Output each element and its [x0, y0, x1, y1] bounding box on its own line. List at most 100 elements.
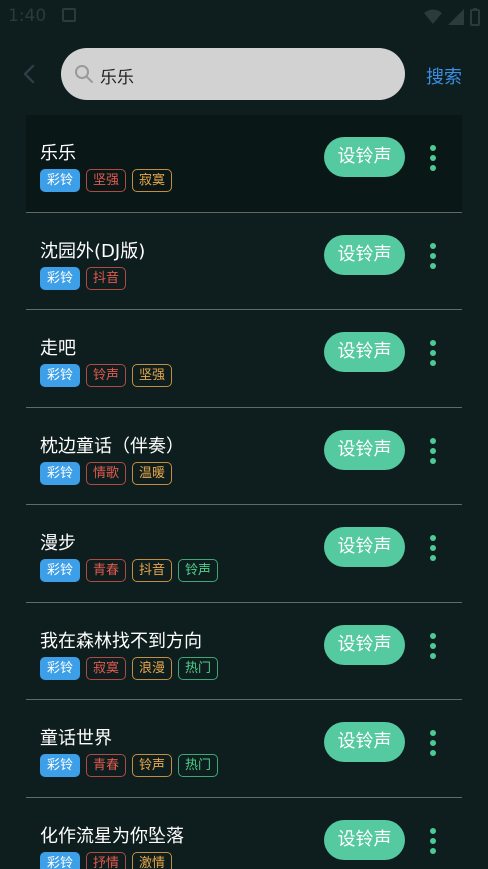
tag-badge: 抖音 — [86, 266, 127, 290]
more-options-icon[interactable] — [426, 632, 440, 659]
search-input[interactable]: 乐乐 — [61, 48, 405, 100]
more-dot — [430, 535, 436, 541]
more-dot — [430, 350, 436, 356]
list-item[interactable]: 我在森林找不到方向 彩铃 寂寞 浪漫 热门 设铃声 — [26, 603, 462, 700]
more-dot — [430, 360, 436, 366]
tag-badge: 青春 — [86, 754, 127, 777]
song-title: 走吧 — [40, 338, 76, 359]
set-ringtone-button[interactable]: 设铃声 — [324, 137, 405, 177]
tag-badge: 情歌 — [86, 461, 127, 485]
more-dot — [430, 750, 436, 756]
list-item[interactable]: 乐乐彩铃 坚强 寂寞 设铃声 — [26, 115, 462, 213]
more-options-icon[interactable] — [426, 535, 440, 561]
set-ringtone-button[interactable]: 设铃声 — [324, 624, 405, 665]
tag-badge: 抒情 — [86, 851, 127, 869]
set-ringtone-button[interactable]: 设铃声 — [324, 332, 405, 372]
more-dot — [430, 837, 436, 844]
tag-badge: 彩铃 — [40, 656, 81, 680]
set-ringtone-button[interactable]: 设铃声 — [324, 429, 405, 470]
tag-list: 彩铃 坚强 寂寞 — [40, 169, 173, 192]
more-dot — [430, 437, 436, 444]
tag-badge: 彩铃 — [40, 851, 81, 869]
more-dot — [430, 252, 436, 259]
more-dot — [430, 632, 436, 639]
tag-badge: 铃声 — [178, 559, 219, 582]
tag-badge: 寂寞 — [132, 169, 173, 192]
tag-list: 彩铃 情歌 温暖 — [40, 461, 173, 485]
status-time: 1:40 — [8, 6, 47, 26]
tag-list: 彩铃 青春 铃声 热门 — [40, 754, 219, 777]
more-dot — [430, 447, 436, 454]
tag-badge: 彩铃 — [40, 364, 81, 387]
song-title: 乐乐 — [40, 143, 76, 164]
more-options-icon[interactable] — [426, 730, 440, 756]
tag-badge: 温暖 — [132, 461, 173, 485]
more-dot — [430, 165, 436, 171]
song-title: 化作流星为你坠落 — [40, 825, 184, 847]
status-icons — [424, 8, 480, 26]
header: 乐乐 搜索 — [0, 48, 488, 102]
search-icon — [75, 65, 93, 83]
ringtone-list: 乐乐 彩铃 坚强 寂寞 设铃声 沈园外(DJ版) 彩铃 抖音 设铃声 走吧 彩铃 铃声 坚强 设铃声 枕边童… — [26, 115, 462, 869]
tag-list: 彩铃 抖音 — [40, 266, 127, 290]
signal-icon — [448, 9, 464, 25]
more-dot — [430, 847, 436, 854]
tag-badge: 寂寞 — [86, 656, 127, 680]
more-dot — [430, 457, 436, 464]
tag-badge: 彩铃 — [40, 559, 81, 582]
tag-list: 彩铃 寂寞 浪漫 热门 — [40, 656, 219, 680]
list-item[interactable]: 沈园外(DJ版) 彩铃 抖音 设铃声 — [26, 213, 462, 310]
more-dot — [430, 642, 436, 649]
list-item[interactable]: 童话世界彩铃 青春 铃声 热门 设铃声 — [26, 700, 462, 798]
more-dot — [430, 340, 436, 346]
song-title: 沈园外(DJ版) — [40, 240, 146, 262]
more-options-icon[interactable] — [426, 145, 440, 171]
battery-icon — [470, 8, 480, 26]
wifi-icon — [424, 9, 442, 24]
song-title: 我在森林找不到方向 — [40, 630, 202, 652]
more-options-icon[interactable] — [426, 340, 440, 366]
more-dot — [430, 730, 436, 736]
tag-badge: 彩铃 — [40, 461, 81, 485]
song-title: 漫步 — [40, 533, 76, 554]
tag-badge: 坚强 — [132, 364, 173, 387]
more-dot — [430, 555, 436, 561]
more-dot — [430, 545, 436, 551]
tag-badge: 热门 — [178, 656, 219, 680]
tag-list: 彩铃 青春 抖音 铃声 — [40, 559, 219, 582]
search-button[interactable]: 搜索 — [426, 63, 462, 89]
set-ringtone-button[interactable]: 设铃声 — [324, 527, 405, 567]
more-dot — [430, 740, 436, 746]
tag-badge: 铃声 — [86, 364, 127, 387]
more-options-icon[interactable] — [426, 437, 440, 464]
tag-badge: 青春 — [86, 559, 127, 582]
more-dot — [430, 262, 436, 269]
more-options-icon[interactable] — [426, 242, 440, 269]
tag-badge: 彩铃 — [40, 169, 81, 192]
more-dot — [430, 827, 436, 834]
tag-badge: 热门 — [178, 754, 219, 777]
tag-list: 彩铃 抒情 激情 — [40, 851, 173, 869]
song-title: 童话世界 — [40, 728, 112, 749]
tag-badge: 抖音 — [132, 559, 173, 582]
status-bar: 1:40 — [0, 0, 488, 34]
list-item[interactable]: 化作流星为你坠落彩铃 抒情 激情 设铃声 — [26, 798, 462, 869]
tag-badge: 浪漫 — [132, 656, 173, 680]
more-dot — [430, 242, 436, 249]
more-dot — [430, 652, 436, 659]
tag-badge: 彩铃 — [40, 266, 81, 290]
set-ringtone-button[interactable]: 设铃声 — [324, 234, 405, 275]
notification-icon — [62, 8, 76, 22]
tag-list: 彩铃 铃声 坚强 — [40, 364, 173, 387]
list-item[interactable]: 漫步彩铃 青春 抖音 铃声 设铃声 — [26, 505, 462, 603]
tag-badge: 激情 — [132, 851, 173, 869]
more-dot — [430, 145, 436, 151]
back-arrow-icon[interactable] — [18, 62, 42, 86]
list-item[interactable]: 走吧彩铃 铃声 坚强 设铃声 — [26, 310, 462, 408]
list-item[interactable]: 枕边童话（伴奏） 彩铃 情歌 温暖 设铃声 — [26, 408, 462, 505]
search-input-value: 乐乐 — [100, 68, 134, 88]
set-ringtone-button[interactable]: 设铃声 — [324, 722, 405, 762]
more-options-icon[interactable] — [426, 827, 440, 854]
song-title: 枕边童话（伴奏） — [40, 435, 184, 457]
set-ringtone-button[interactable]: 设铃声 — [324, 819, 405, 860]
